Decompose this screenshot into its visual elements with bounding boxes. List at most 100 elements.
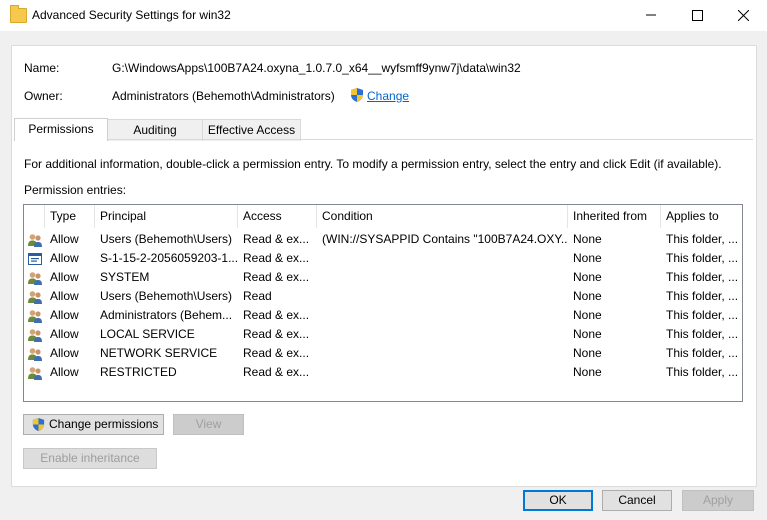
table-row[interactable]: Allow LOCAL SERVICE Read & ex... None This f… bbox=[24, 325, 742, 344]
cell-type: Allow bbox=[50, 365, 79, 379]
cell-principal: RESTRICTED bbox=[100, 365, 177, 379]
name-label: Name: bbox=[24, 61, 60, 75]
cell-inherited-from: None bbox=[573, 289, 602, 303]
cell-inherited-from: None bbox=[573, 308, 602, 322]
cell-type: Allow bbox=[50, 308, 79, 322]
tab-permissions[interactable]: Permissions bbox=[14, 118, 108, 141]
table-row[interactable]: Allow RESTRICTED Read & ex... None This fold… bbox=[24, 363, 742, 382]
cell-type: Allow bbox=[50, 232, 79, 246]
column-header-principal[interactable]: Principal bbox=[95, 205, 238, 228]
cell-type: Allow bbox=[50, 270, 79, 284]
cell-condition bbox=[317, 306, 568, 325]
cell-access: Read & ex... bbox=[243, 327, 310, 341]
ok-button[interactable]: OK bbox=[523, 490, 593, 511]
cell-applies-to: This folder, ... bbox=[666, 232, 739, 246]
minimize-icon bbox=[646, 14, 656, 16]
table-row[interactable]: Allow Users (Behemoth\Users) Read None This … bbox=[24, 287, 742, 306]
name-value: G:\WindowsApps\100B7A24.oxyna_1.0.7.0_x6… bbox=[112, 61, 521, 75]
cell-access: Read & ex... bbox=[243, 346, 310, 360]
enable-inheritance-button[interactable]: Enable inheritance bbox=[23, 448, 157, 469]
cancel-button[interactable]: Cancel bbox=[602, 490, 672, 511]
view-button[interactable]: View bbox=[173, 414, 244, 435]
table-row[interactable]: Allow S-1-15-2-2056059203-1... Read & ex..… bbox=[24, 249, 742, 268]
group-icon bbox=[27, 346, 43, 362]
cell-condition bbox=[317, 268, 568, 287]
group-icon bbox=[27, 289, 43, 305]
column-header-type[interactable]: Type bbox=[45, 205, 95, 228]
table-row[interactable]: Allow SYSTEM Read & ex... None This folder, … bbox=[24, 268, 742, 287]
cell-principal: NETWORK SERVICE bbox=[100, 346, 218, 360]
cell-inherited-from: None bbox=[573, 346, 602, 360]
group-icon bbox=[27, 270, 43, 286]
cell-applies-to: This folder, ... bbox=[666, 308, 739, 322]
list-header: Type Principal Access Condition Inherite… bbox=[24, 205, 742, 228]
uac-shield-icon bbox=[351, 88, 363, 102]
table-row[interactable]: Allow Users (Behemoth\Users) Read & ex... (… bbox=[24, 230, 742, 249]
group-icon bbox=[27, 308, 43, 324]
change-permissions-label: Change permissions bbox=[49, 417, 159, 431]
change-permissions-button[interactable]: Change permissions bbox=[23, 414, 164, 435]
minimize-button[interactable] bbox=[628, 0, 674, 31]
owner-label: Owner: bbox=[24, 89, 63, 103]
column-header-access[interactable]: Access bbox=[238, 205, 317, 228]
cell-inherited-from: None bbox=[573, 270, 602, 284]
group-icon bbox=[27, 365, 43, 381]
close-icon bbox=[738, 10, 749, 21]
maximize-button[interactable] bbox=[674, 0, 720, 31]
cell-applies-to: This folder, ... bbox=[666, 327, 739, 341]
info-text: For additional information, double-click… bbox=[24, 157, 722, 171]
cell-inherited-from: None bbox=[573, 251, 602, 265]
cell-principal: LOCAL SERVICE bbox=[100, 327, 195, 341]
cell-access: Read & ex... bbox=[243, 232, 310, 246]
cell-type: Allow bbox=[50, 251, 79, 265]
cell-condition bbox=[317, 325, 568, 344]
column-header-icon[interactable] bbox=[24, 205, 45, 228]
cell-inherited-from: None bbox=[573, 365, 602, 379]
cell-applies-to: This folder, ... bbox=[666, 346, 739, 360]
maximize-icon bbox=[692, 10, 703, 21]
table-row[interactable]: Allow NETWORK SERVICE Read & ex... None This… bbox=[24, 344, 742, 363]
cell-access: Read & ex... bbox=[243, 365, 310, 379]
cell-principal: Users (Behemoth\Users) bbox=[100, 232, 233, 246]
change-owner-link[interactable]: Change bbox=[367, 89, 409, 103]
tab-divider bbox=[14, 139, 753, 140]
close-button[interactable] bbox=[720, 0, 766, 31]
cell-type: Allow bbox=[50, 327, 79, 341]
column-header-condition[interactable]: Condition bbox=[317, 205, 568, 228]
owner-value: Administrators (Behemoth\Administrators) bbox=[112, 89, 335, 103]
cell-principal: S-1-15-2-2056059203-1... bbox=[100, 251, 238, 265]
cell-condition bbox=[317, 344, 568, 363]
cell-condition bbox=[317, 249, 568, 268]
cell-applies-to: This folder, ... bbox=[666, 365, 739, 379]
cell-type: Allow bbox=[50, 289, 79, 303]
cell-principal: Users (Behemoth\Users) bbox=[100, 289, 233, 303]
cell-access: Read & ex... bbox=[243, 251, 310, 265]
cell-principal: Administrators (Behem... bbox=[100, 308, 233, 322]
permission-entries-label: Permission entries: bbox=[24, 183, 127, 197]
tab-auditing[interactable]: Auditing bbox=[106, 119, 204, 141]
column-header-inherited-from[interactable]: Inherited from bbox=[568, 205, 661, 228]
group-icon bbox=[27, 327, 43, 343]
tab-effective-access[interactable]: Effective Access bbox=[202, 119, 301, 141]
cell-type: Allow bbox=[50, 346, 79, 360]
cell-condition: (WIN://SYSAPPID Contains "100B7A24.OXY..… bbox=[322, 232, 568, 246]
cell-inherited-from: None bbox=[573, 232, 602, 246]
uac-shield-icon bbox=[32, 417, 45, 432]
group-icon bbox=[27, 232, 43, 248]
cell-inherited-from: None bbox=[573, 327, 602, 341]
cell-access: Read & ex... bbox=[243, 270, 310, 284]
column-header-applies-to[interactable]: Applies to bbox=[661, 205, 742, 228]
cell-applies-to: This folder, ... bbox=[666, 270, 739, 284]
cell-applies-to: This folder, ... bbox=[666, 251, 739, 265]
apply-button[interactable]: Apply bbox=[682, 490, 754, 511]
table-row[interactable]: Allow Administrators (Behem... Read & ex..… bbox=[24, 306, 742, 325]
cell-condition bbox=[317, 287, 568, 306]
window-title: Advanced Security Settings for win32 bbox=[32, 8, 231, 22]
title-bar: Advanced Security Settings for win32 bbox=[0, 0, 767, 31]
cell-applies-to: This folder, ... bbox=[666, 289, 739, 303]
folder-icon bbox=[10, 5, 27, 23]
cell-access: Read bbox=[243, 289, 272, 303]
permission-entries-list[interactable]: Type Principal Access Condition Inherite… bbox=[23, 204, 743, 402]
cell-condition bbox=[317, 363, 568, 382]
cell-principal: SYSTEM bbox=[100, 270, 150, 284]
